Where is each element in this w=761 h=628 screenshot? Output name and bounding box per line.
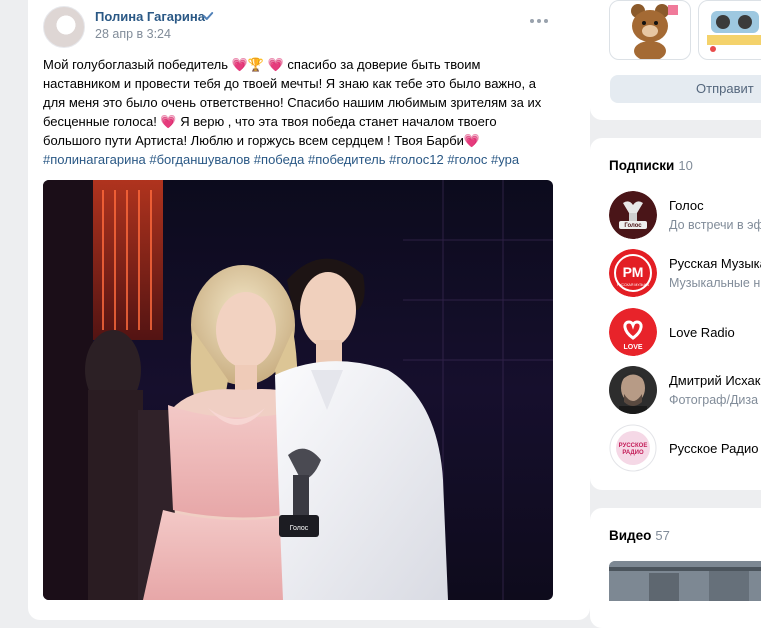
subscription-item-dmitry-iskhak[interactable]: Дмитрий Исхак Фотограф/Диза [609,366,761,416]
post-hashtags[interactable]: #полинагагарина #богданшувалов #победа #… [43,150,553,169]
subscription-name: Русское Радио [669,441,759,456]
post-author-link[interactable]: Полина Гагарина [95,9,205,24]
cake-gift-icon [707,11,761,52]
post-date-link[interactable]: 28 апр в 3:24 [95,27,171,41]
subscription-desc: Фотограф/Диза [669,393,759,407]
subscription-item-russkaya-muzyka[interactable]: РМ РУССКАЯ МУЗЫКА Русская Музыка Музыкал… [609,249,761,299]
post-text-line: наставником и провести тебя до твоей меч… [43,76,536,91]
post-text-line: большого пути Артиста! Люблю и горжусь в… [43,133,481,148]
video-thumbnail[interactable] [609,561,761,601]
subscription-desc: До встречи в эф [669,218,761,232]
videos-title: Видео [609,528,652,543]
dmitry-avatar [609,366,657,414]
bear-gift-icon [631,4,678,59]
trophy-label: Голос [290,525,309,532]
russkoe-radio-logo-icon: РУССКОЕ РАДИО [609,424,657,472]
gift-bear[interactable] [609,0,691,60]
rr-logo-line2: РАДИО [622,450,644,456]
verified-icon [203,12,214,20]
subscriptions-title: Подписки [609,158,675,173]
post-photo[interactable]: Голос [43,180,553,600]
post-text: Мой голубоглазый победитель 💗🏆 💗 спасибо… [43,55,553,169]
subscriptions-header[interactable]: Подписки 10 [609,158,693,173]
subscription-item-love-radio[interactable]: LOVE Love Radio [609,308,761,358]
author-avatar[interactable] [43,6,85,48]
love-radio-logo-icon: LOVE [609,308,657,356]
rm-logo-subtext: РУССКАЯ МУЗЫКА [617,283,650,287]
rm-logo-text: РМ [623,264,644,280]
golos-logo-text: Голос [624,223,642,229]
subscription-item-russkoe-radio[interactable]: РУССКОЕ РАДИО Русское Радио [609,424,761,474]
subscriptions-count: 10 [678,158,693,173]
subscription-desc: Музыкальные н [669,276,761,290]
send-gift-button[interactable]: Отправит [610,75,761,103]
subscription-name: Голос [669,198,704,213]
video-preview-image [609,561,761,601]
gift-cake[interactable] [698,0,761,60]
subscription-name: Дмитрий Исхак [669,373,761,388]
post-text-line: бесценные голоса! 💗 Я верю , что эта тво… [43,114,497,129]
love-logo-text: LOVE [623,344,642,351]
golos-logo-icon: Голос [609,191,657,239]
subscription-name: Русская Музыка [669,256,761,271]
post-text-line: для меня это было очень ответственно! Сп… [43,95,542,110]
videos-count: 57 [655,528,670,543]
post-text-line: Мой голубоглазый победитель 💗🏆 💗 спасибо… [43,57,481,72]
more-options-icon[interactable] [530,16,552,26]
subscription-item-golos[interactable]: Голос Голос До встречи в эф [609,191,761,241]
russkaya-muzyka-logo-icon: РМ РУССКАЯ МУЗЫКА [609,249,657,297]
videos-header[interactable]: Видео 57 [609,528,670,543]
subscription-name: Love Radio [669,325,735,340]
rr-logo-line1: РУССКОЕ [619,443,648,449]
photo-illustration: Голос [43,180,553,600]
